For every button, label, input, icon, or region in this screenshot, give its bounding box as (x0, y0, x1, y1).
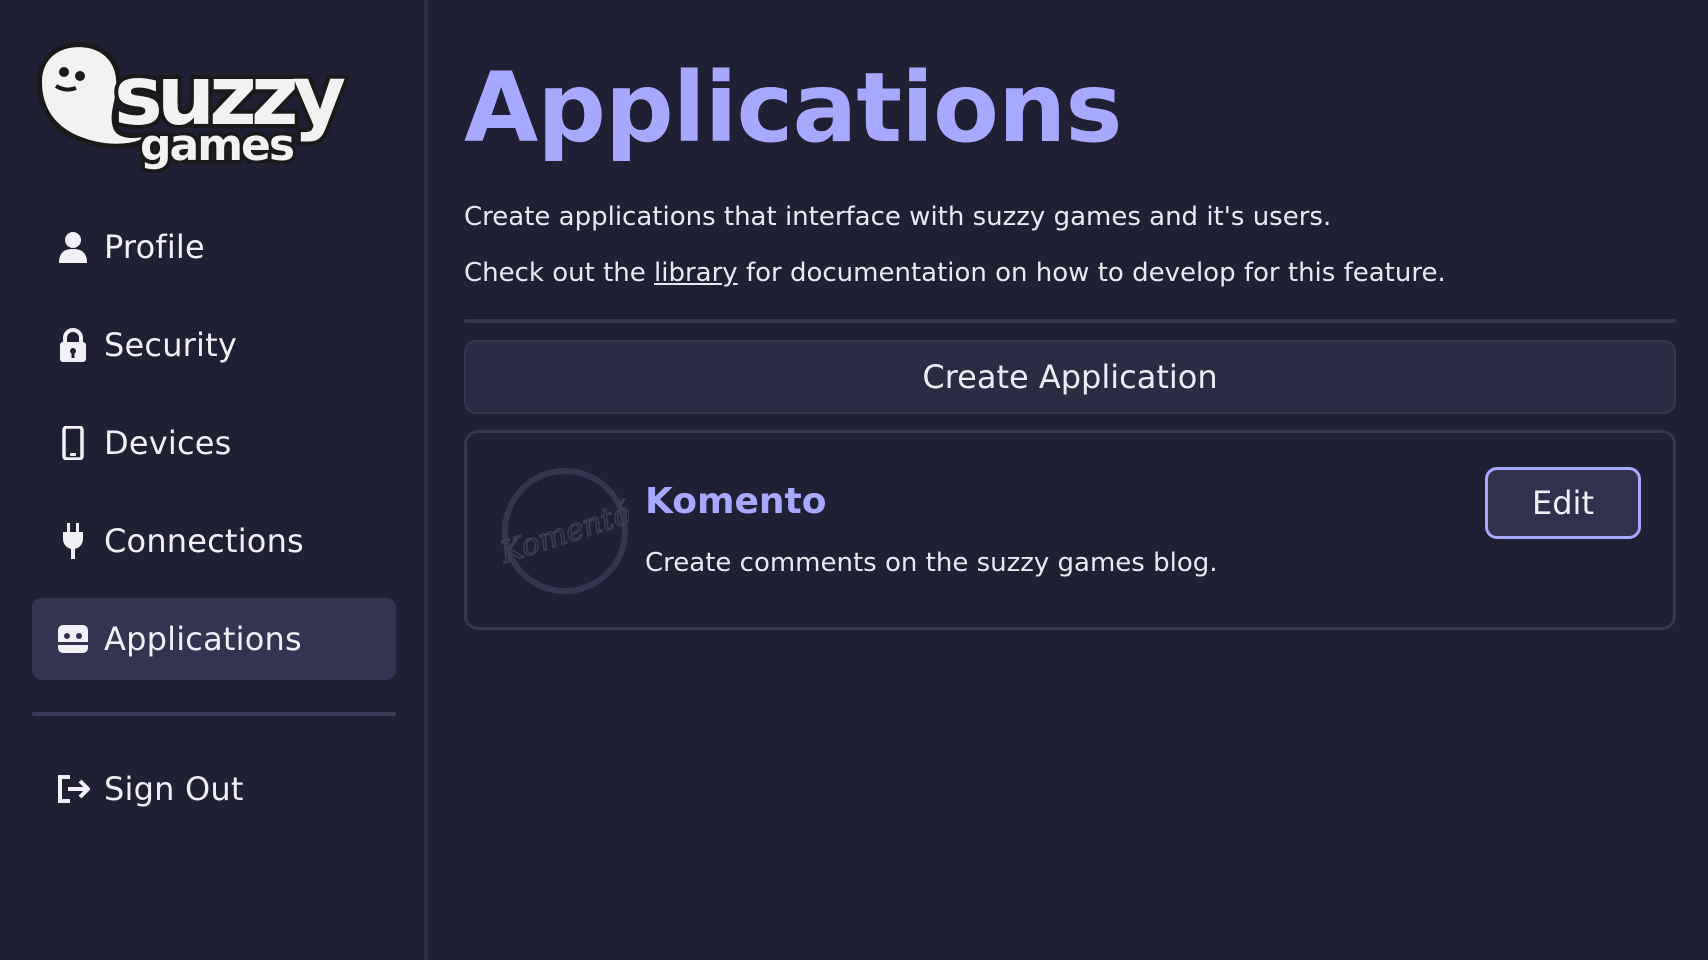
page-description: Create applications that interface with … (464, 202, 1332, 232)
description-prefix: Check out the (464, 258, 655, 288)
create-application-button[interactable]: Create Application (464, 340, 1676, 414)
sidebar-item-devices[interactable]: Devices (32, 402, 396, 484)
logo-graphic: suzzy games (36, 42, 355, 175)
description-suffix: for documentation on how to develop for … (737, 258, 1446, 288)
page-title: Applications (464, 52, 1122, 164)
person-icon (54, 228, 92, 266)
sidebar-item-label: Devices (104, 424, 232, 462)
application-description: Create comments on the suzzy games blog. (645, 548, 1218, 578)
robot-icon (54, 620, 92, 658)
sidebar-item-applications[interactable]: Applications (32, 598, 396, 680)
komento-logo-text: Komentó (501, 496, 629, 571)
phone-icon (54, 424, 92, 462)
sidebar-item-label: Connections (104, 522, 304, 560)
sidebar-divider (32, 712, 396, 716)
sidebar-item-label: Security (104, 326, 238, 364)
sidebar-item-profile[interactable]: Profile (32, 206, 396, 288)
sidebar-item-label: Profile (104, 228, 205, 266)
sidebar-item-security[interactable]: Security (32, 304, 396, 386)
sign-out-button[interactable]: Sign Out (32, 748, 396, 830)
library-link[interactable]: library (654, 258, 738, 288)
logo-text-bottom: games (140, 120, 294, 171)
application-name: Komento (645, 481, 827, 522)
suzzy-games-logo[interactable]: suzzy games (36, 42, 398, 177)
komento-logo-icon: Komentó (494, 467, 636, 595)
sign-out-label: Sign Out (104, 770, 244, 808)
sidebar-item-connections[interactable]: Connections (32, 500, 396, 582)
sidebar-item-label: Applications (104, 620, 302, 658)
edit-application-button[interactable]: Edit (1485, 467, 1641, 539)
application-card: Komentó Komento Create comments on the s… (464, 430, 1676, 630)
lock-icon (54, 326, 92, 364)
sign-out-icon (54, 770, 92, 808)
plug-icon (54, 522, 92, 560)
sidebar: suzzy games Profile Security Devices Con… (0, 0, 428, 960)
page-description-library: Check out the library for documentation … (464, 258, 1446, 288)
content-divider (464, 319, 1676, 323)
